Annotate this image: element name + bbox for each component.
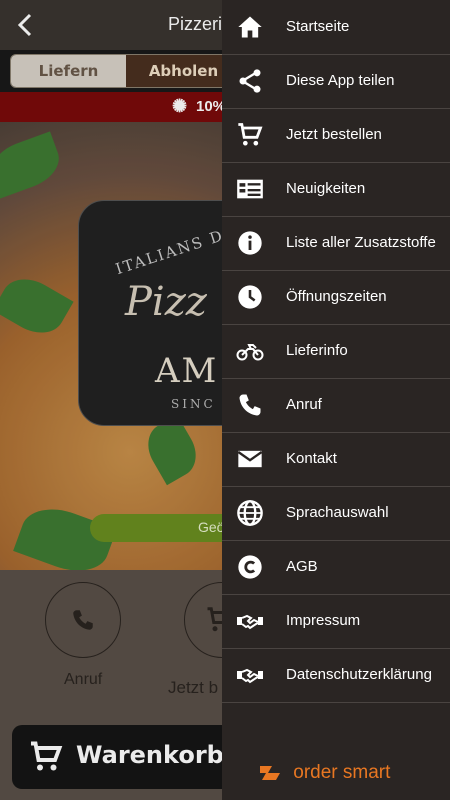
copyright-icon [238, 555, 262, 579]
menu-item-label: Diese App teilen [286, 72, 395, 89]
menu-item-label: Datenschutzerklärung [286, 666, 432, 683]
globe-icon [237, 500, 263, 526]
menu-item-opening-hours[interactable]: Öffnungszeiten [222, 270, 450, 325]
brand-name: order smart [293, 762, 391, 783]
menu-item-startseite[interactable]: Startseite [222, 0, 450, 55]
menu-item-news[interactable]: Neuigkeiten [222, 162, 450, 217]
menu-item-contact[interactable]: Kontakt [222, 432, 450, 487]
navigation-drawer: Startseite Diese App teilen Jetzt bestel… [222, 0, 450, 800]
order-smart-mark-icon [260, 765, 280, 780]
order-smart-logo: order smart [258, 762, 390, 784]
menu-item-label: Öffnungszeiten [286, 288, 387, 305]
menu-item-label: Lieferinfo [286, 342, 348, 359]
mail-icon [237, 450, 263, 468]
info-icon [238, 231, 262, 255]
menu-item-delivery-info[interactable]: Lieferinfo [222, 324, 450, 379]
menu-item-order-now[interactable]: Jetzt bestellen [222, 108, 450, 163]
handshake-icon [237, 668, 263, 684]
clock-icon [238, 285, 262, 309]
cart-icon [238, 123, 263, 146]
menu-item-privacy[interactable]: Datenschutzerklärung [222, 648, 450, 703]
menu-item-label: Kontakt [286, 450, 337, 467]
handshake-icon [237, 614, 263, 630]
menu-item-label: Neuigkeiten [286, 180, 366, 197]
menu-item-terms[interactable]: AGB [222, 540, 450, 595]
menu-item-label: Impressum [286, 612, 361, 629]
menu-item-label: Anruf [286, 396, 322, 413]
menu-item-imprint[interactable]: Impressum [222, 594, 450, 649]
menu-item-share-app[interactable]: Diese App teilen [222, 54, 450, 109]
menu-item-label: Startseite [286, 18, 350, 35]
menu-item-label: Sprachauswahl [286, 504, 389, 521]
home-icon [238, 16, 262, 38]
menu-item-label: AGB [286, 558, 318, 575]
menu-item-language[interactable]: Sprachauswahl [222, 486, 450, 541]
phone-icon [239, 394, 261, 416]
menu-item-additives[interactable]: Liste aller Zusatzstoffe [222, 216, 450, 271]
motorcycle-icon [236, 344, 264, 361]
share-icon [239, 69, 261, 93]
menu-item-call[interactable]: Anruf [222, 378, 450, 433]
menu-item-label: Liste aller Zusatzstoffe [286, 234, 436, 251]
news-icon [237, 179, 263, 199]
menu-item-label: Jetzt bestellen [286, 126, 382, 143]
